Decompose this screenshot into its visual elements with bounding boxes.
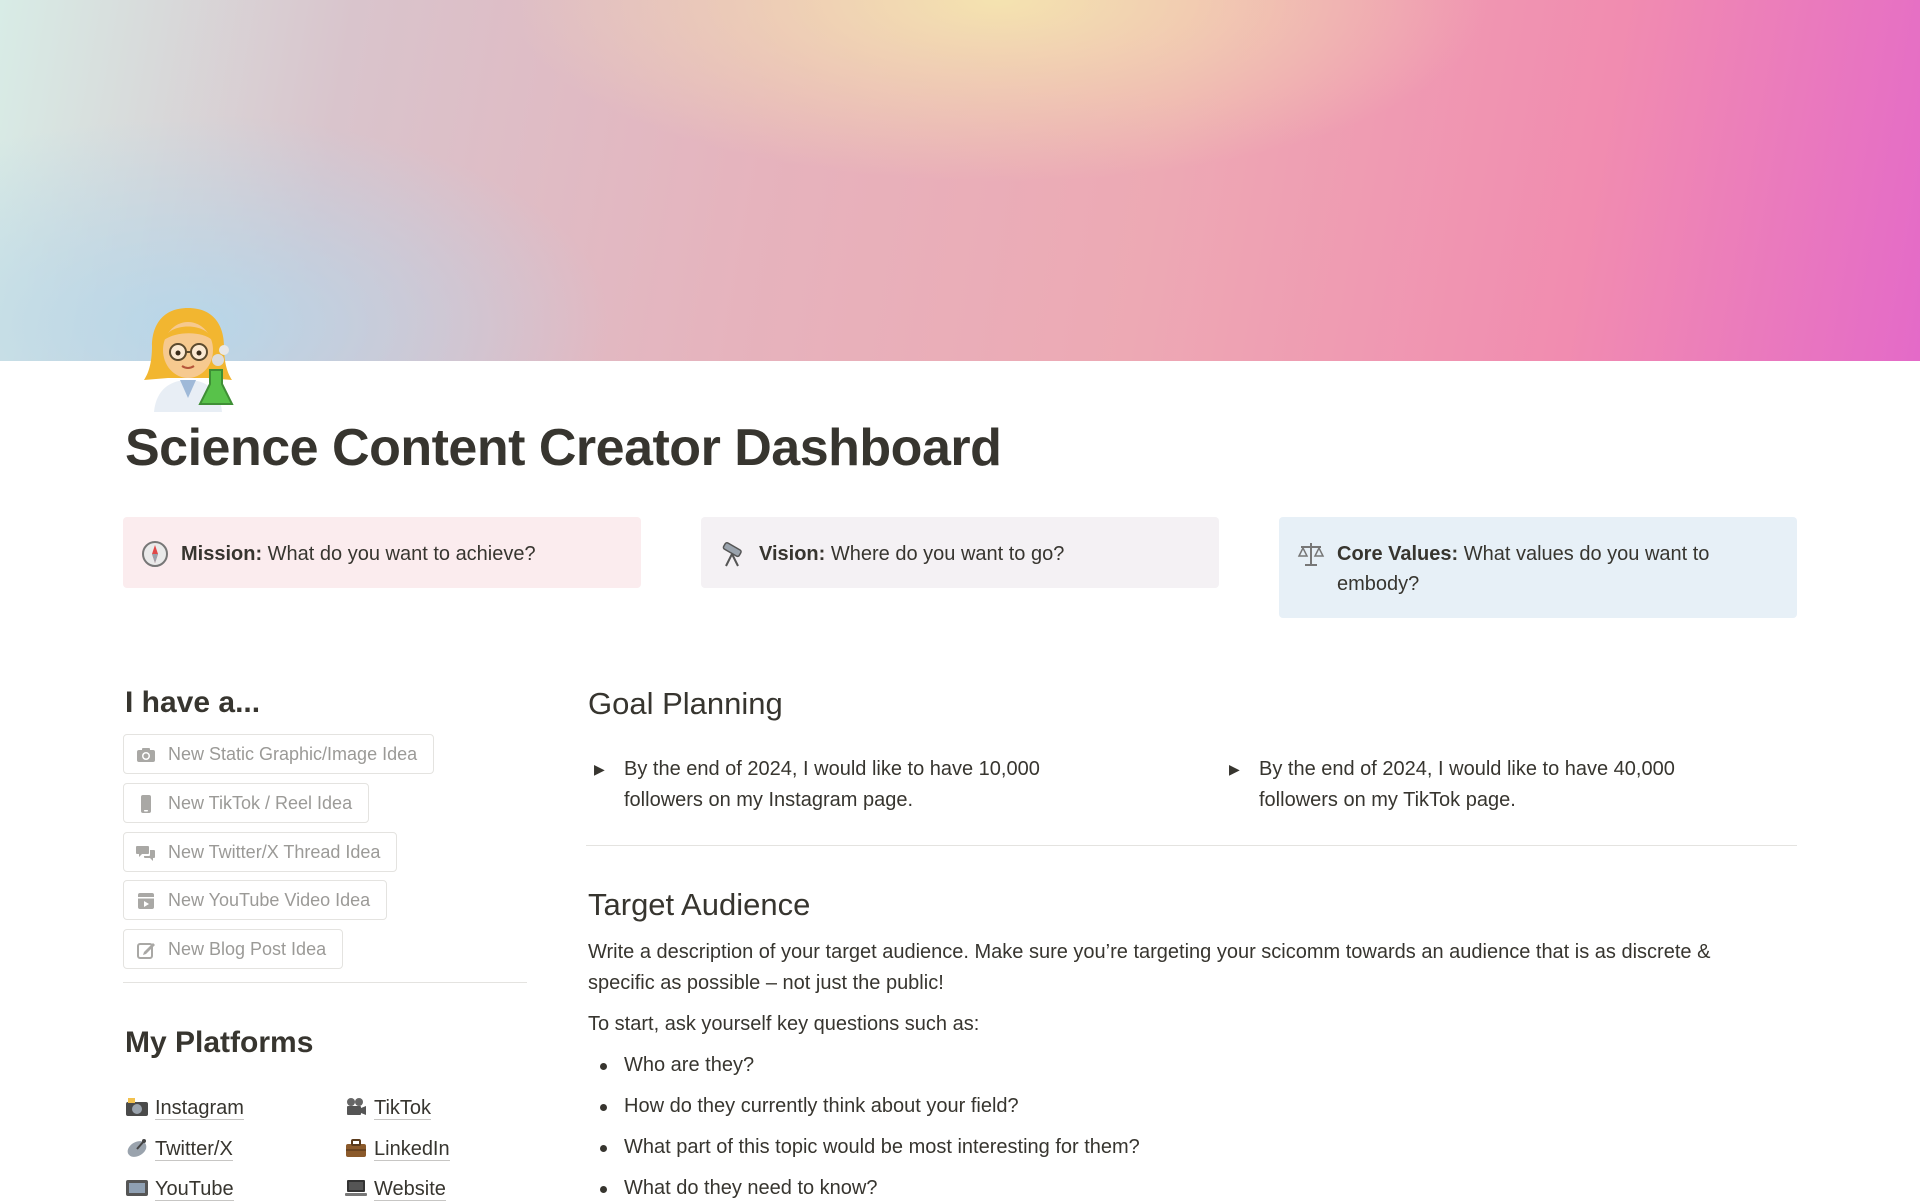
briefcase-icon — [346, 1139, 366, 1157]
toggle-triangle-icon[interactable]: ▶ — [1229, 754, 1240, 785]
list-item: What part of this topic would be most in… — [600, 1132, 1140, 1163]
goal-toggle[interactable]: ▶ By the end of 2024, I would like to ha… — [1229, 754, 1759, 816]
vision-callout[interactable]: Vision: Where do you want to go? — [701, 517, 1219, 588]
platform-twitter-x[interactable]: Twitter/X — [125, 1135, 233, 1163]
laptop-icon — [345, 1180, 367, 1196]
camera-flash-icon — [126, 1098, 148, 1116]
ideas-heading: I have a... — [125, 686, 261, 719]
goal-text: By the end of 2024, I would like to have… — [624, 758, 1040, 811]
scientist-icon[interactable] — [138, 300, 238, 412]
new-image-idea-button[interactable]: New Static Graphic/Image Idea — [123, 734, 435, 774]
satellite-dish-icon — [127, 1139, 147, 1157]
button-label: New TikTok / Reel Idea — [168, 793, 353, 813]
chat-bubbles-icon — [136, 846, 155, 861]
platforms-heading: My Platforms — [125, 1026, 314, 1059]
button-label: New Static Graphic/Image Idea — [168, 744, 418, 764]
platform-link[interactable]: YouTube — [155, 1178, 234, 1201]
tv-icon — [126, 1180, 148, 1196]
callout-text: Where do you want to go? — [825, 543, 1065, 565]
telescope-icon — [722, 542, 742, 567]
new-thread-idea-button[interactable]: New Twitter/X Thread Idea — [123, 832, 398, 872]
list-item: How do they currently think about your f… — [600, 1091, 1019, 1122]
button-label: New YouTube Video Idea — [168, 890, 371, 910]
video-clip-icon — [138, 893, 154, 909]
goal-text: By the end of 2024, I would like to have… — [1259, 758, 1675, 811]
scales-icon — [1297, 543, 1325, 566]
button-label: New Twitter/X Thread Idea — [168, 842, 381, 862]
callout-label: Core Values: — [1337, 543, 1459, 565]
compass-icon — [142, 541, 168, 567]
page-title: Science Content Creator Dashboard — [125, 419, 1002, 477]
toggle-triangle-icon[interactable]: ▶ — [594, 754, 605, 785]
platform-link[interactable]: Twitter/X — [155, 1138, 233, 1161]
goal-planning-heading: Goal Planning — [588, 686, 783, 721]
platform-tiktok[interactable]: TikTok — [344, 1094, 432, 1122]
platform-linkedin[interactable]: LinkedIn — [344, 1135, 450, 1163]
core-values-callout[interactable]: Core Values: What values do you want to … — [1279, 517, 1797, 618]
new-youtube-idea-button[interactable]: New YouTube Video Idea — [123, 880, 388, 920]
camera-icon — [137, 748, 155, 762]
left-divider — [123, 982, 527, 983]
callout-label: Mission: — [181, 543, 263, 565]
mission-callout[interactable]: Mission: What do you want to achieve? — [123, 517, 641, 588]
movie-camera-icon — [347, 1098, 366, 1115]
platform-link[interactable]: Website — [374, 1178, 446, 1201]
audience-prompt: To start, ask yourself key questions suc… — [588, 1013, 980, 1035]
platform-link[interactable]: LinkedIn — [374, 1138, 450, 1161]
target-audience-heading: Target Audience — [588, 887, 811, 922]
platform-instagram[interactable]: Instagram — [125, 1094, 244, 1122]
platform-link[interactable]: Instagram — [155, 1097, 244, 1120]
new-tiktok-idea-button[interactable]: New TikTok / Reel Idea — [123, 783, 370, 823]
list-item: What do they need to know? — [600, 1173, 878, 1204]
callout-label: Vision: — [759, 543, 826, 565]
new-blog-idea-button[interactable]: New Blog Post Idea — [123, 929, 344, 969]
compose-icon — [137, 943, 155, 959]
platform-link[interactable]: TikTok — [374, 1097, 432, 1120]
phone-icon — [141, 795, 151, 813]
callout-text: What do you want to achieve? — [262, 543, 536, 565]
audience-description: Write a description of your target audie… — [588, 941, 1711, 994]
list-item: Who are they? — [599, 1050, 754, 1081]
button-label: New Blog Post Idea — [168, 939, 327, 959]
goals-divider — [586, 845, 1797, 846]
cover-image — [0, 0, 1920, 361]
goal-toggle[interactable]: ▶ By the end of 2024, I would like to ha… — [594, 754, 1124, 816]
